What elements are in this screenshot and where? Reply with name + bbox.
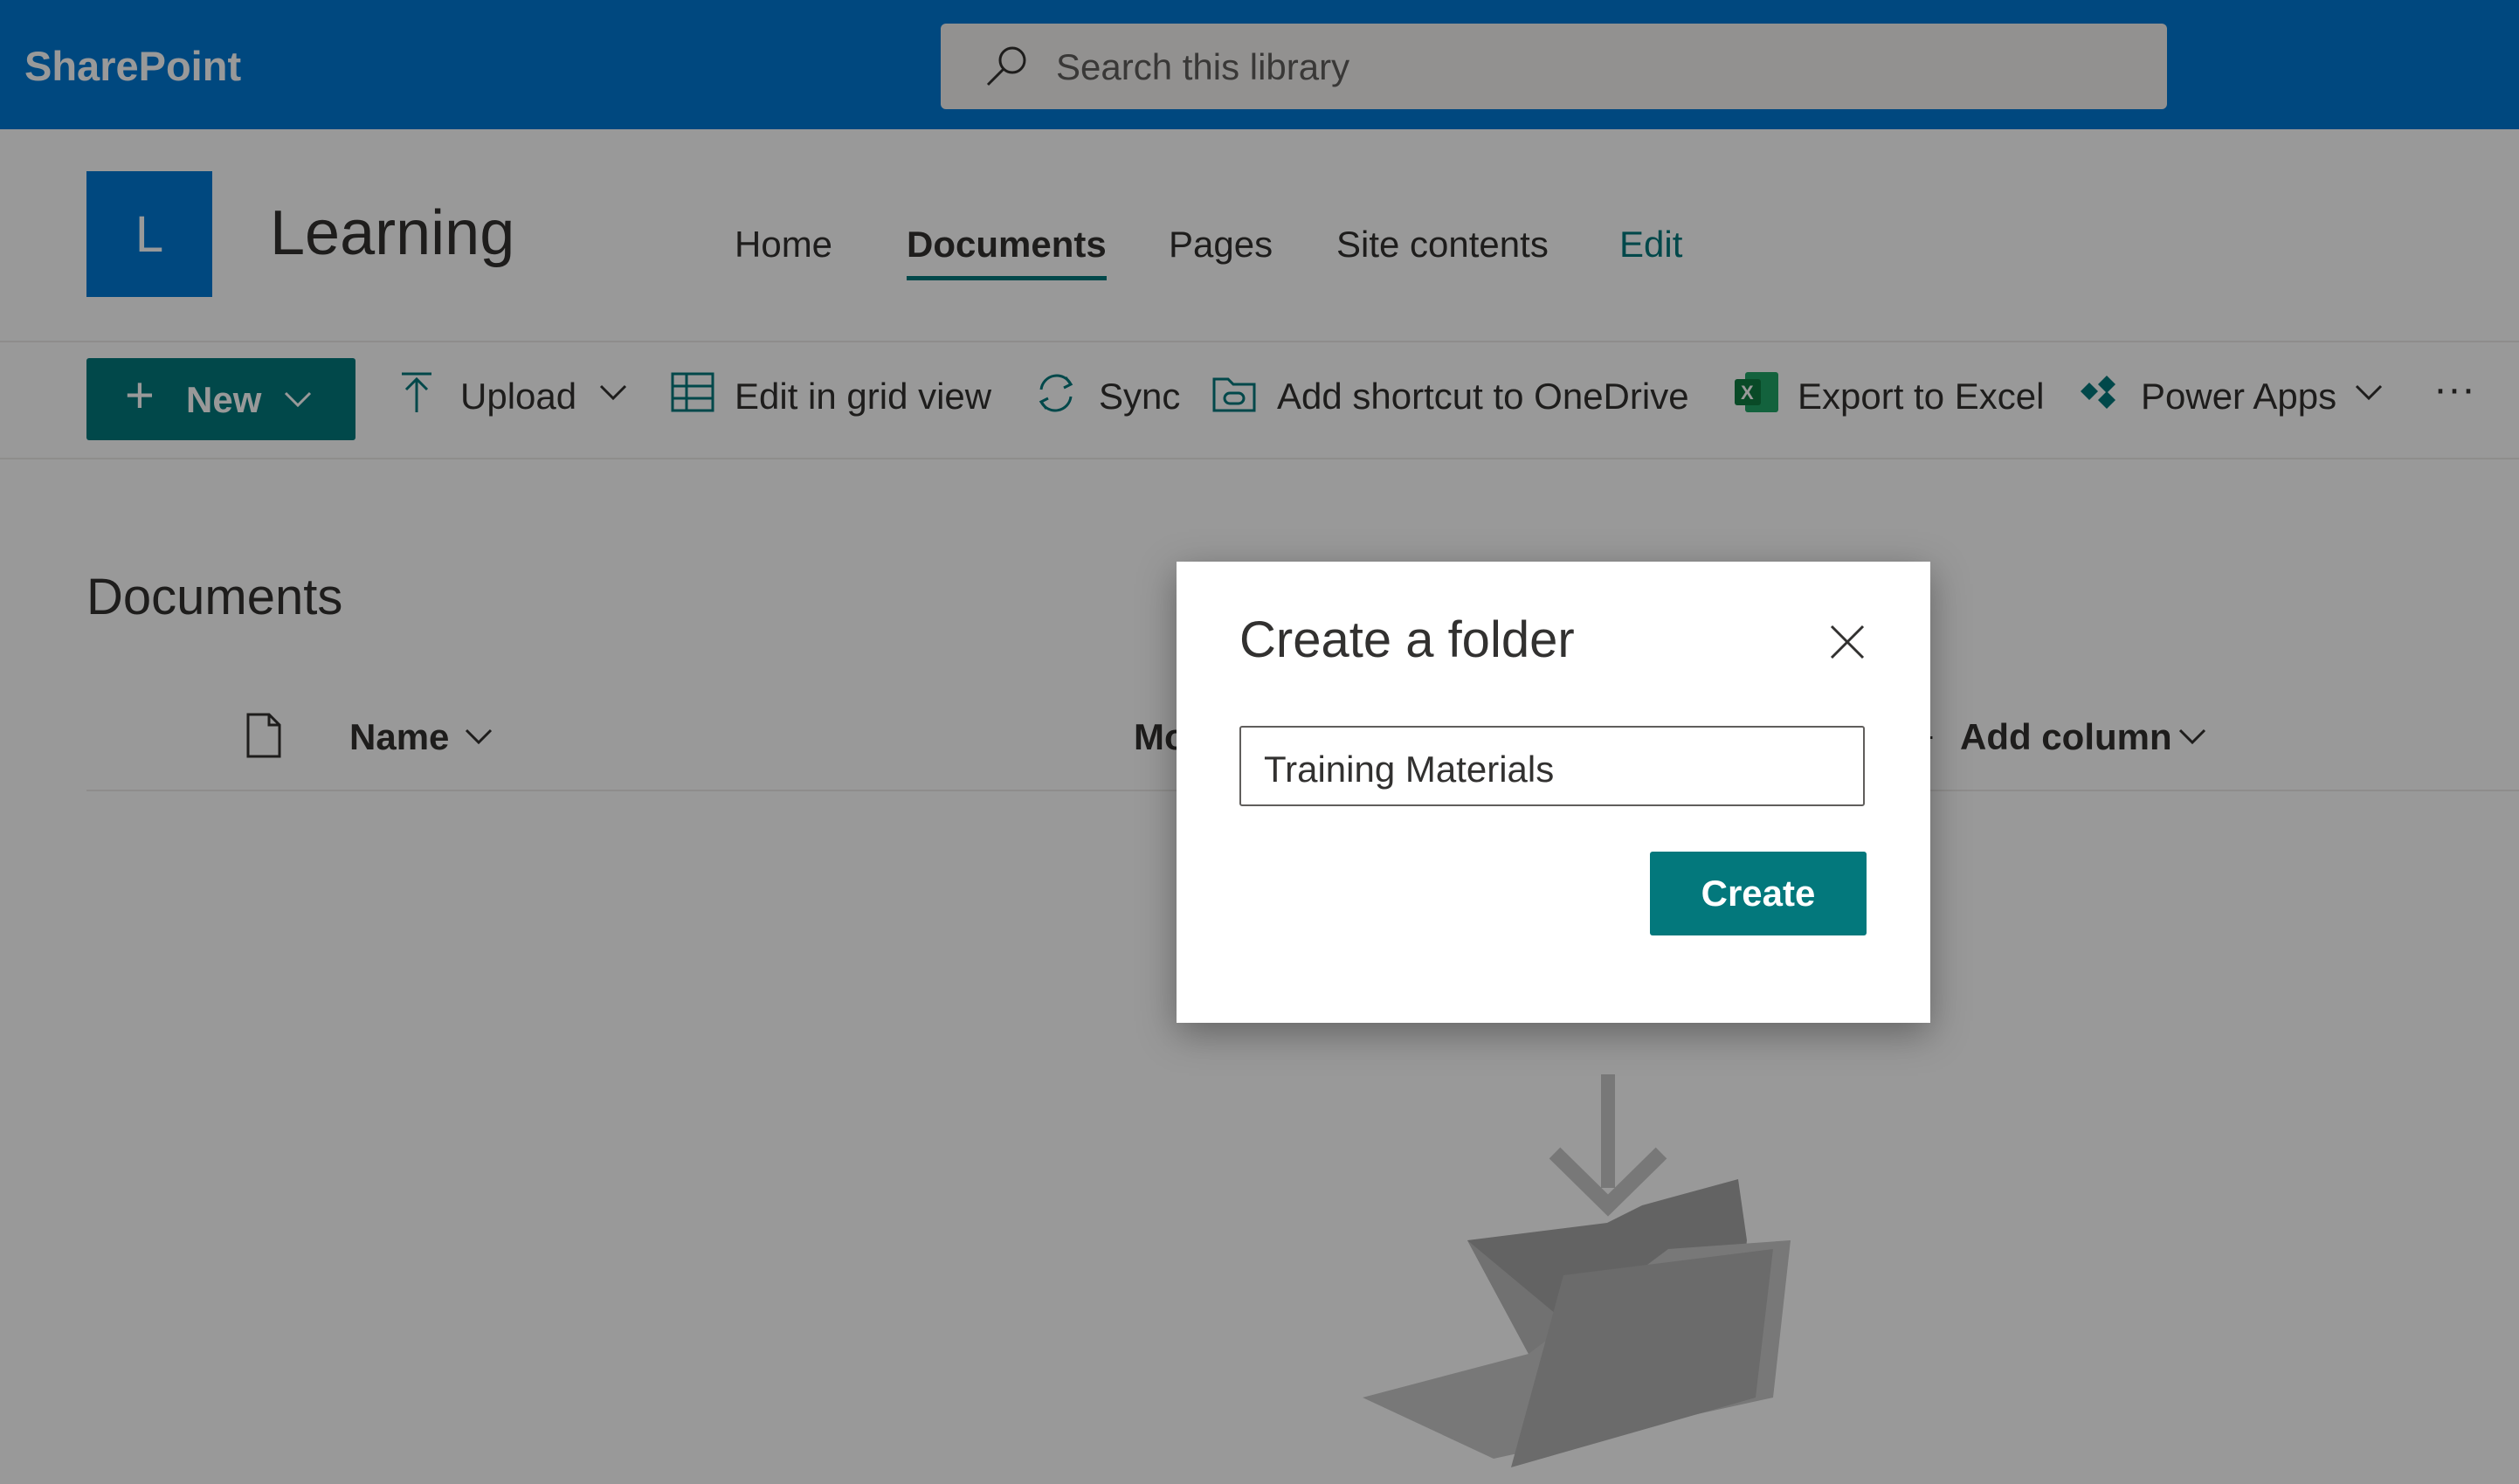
dialog-title: Create a folder <box>1239 611 1575 668</box>
create-folder-dialog: Create a folder Training Materials Creat… <box>1177 562 1930 1023</box>
folder-name-value: Training Materials <box>1264 749 1555 790</box>
folder-name-input[interactable]: Training Materials <box>1239 726 1865 806</box>
create-button[interactable]: Create <box>1650 852 1867 935</box>
close-icon[interactable] <box>1825 619 1870 665</box>
